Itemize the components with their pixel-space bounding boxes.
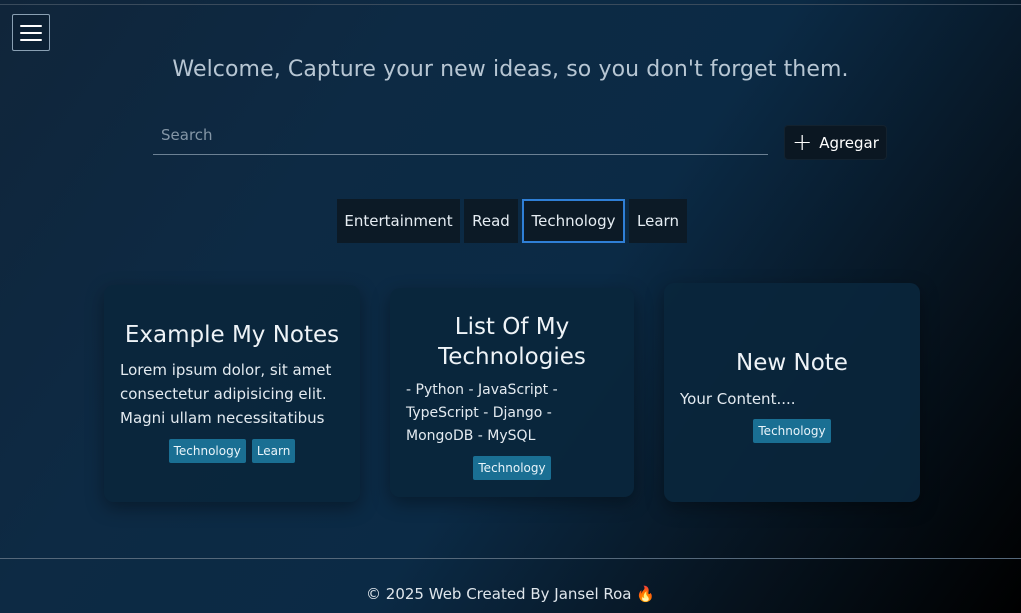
hamburger-line (20, 31, 42, 34)
filter-read[interactable]: Read (464, 199, 518, 243)
tag-badge: Technology (473, 456, 551, 480)
filter-entertainment[interactable]: Entertainment (337, 199, 460, 243)
welcome-heading: Welcome, Capture your new ideas, so you … (172, 57, 849, 82)
hamburger-line (20, 38, 42, 41)
add-note-label: Agregar (819, 133, 879, 152)
note-card[interactable]: List Of My Technologies - Python - JavaS… (390, 288, 634, 497)
search-field (153, 116, 768, 155)
menu-button[interactable] (12, 14, 50, 51)
plus-icon: + (792, 127, 813, 156)
add-note-button[interactable]: + Agregar (784, 125, 887, 160)
tag-badge: Technology (168, 439, 246, 463)
note-tags: Technology (390, 456, 634, 480)
note-title: New Note (736, 350, 848, 376)
note-title: List Of My Technologies (438, 314, 586, 370)
category-filters: Entertainment Read Technology Learn (0, 199, 1021, 243)
footer-text: © 2025 Web Created By Jansel Roa 🔥 (366, 585, 655, 603)
hamburger-menu-icon (20, 24, 42, 27)
filter-learn[interactable]: Learn (629, 199, 687, 243)
note-content: - Python - JavaScript - TypeScript - Dja… (406, 382, 558, 444)
note-card[interactable]: New Note Your Content.... Technology (664, 283, 920, 502)
note-content: Lorem ipsum dolor, sit amet consectetur … (120, 361, 332, 427)
tag-badge: Learn (251, 439, 296, 463)
tag-badge: Technology (753, 419, 831, 443)
note-tags: Technology (664, 419, 920, 443)
top-divider (0, 4, 1021, 5)
note-content: Your Content.... (680, 390, 796, 408)
note-title: Example My Notes (124, 322, 340, 348)
filter-technology[interactable]: Technology (522, 199, 625, 243)
note-card[interactable]: Example My Notes Lorem ipsum dolor, sit … (104, 285, 360, 502)
note-tags: Technology Learn (104, 439, 360, 463)
footer-divider (0, 558, 1021, 559)
search-input[interactable] (153, 116, 768, 154)
